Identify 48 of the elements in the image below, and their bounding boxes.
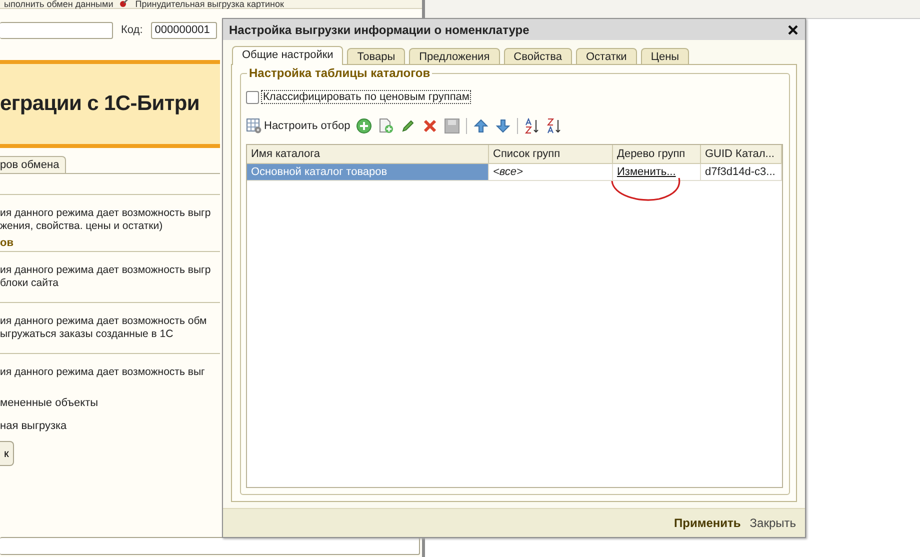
banner-title: еграции с 1С-Битри (0, 92, 200, 116)
down-arrow-icon[interactable] (495, 118, 512, 134)
button[interactable]: к (0, 441, 14, 466)
table-cell: Основной каталог товаров (247, 164, 489, 181)
footer-button[interactable]: Применить (674, 516, 741, 530)
name-field[interactable] (0, 22, 113, 38)
footer-button[interactable]: Закрыть (750, 516, 796, 530)
tab[interactable]: Предложения (409, 48, 500, 64)
column-header[interactable]: GUID Катал... (701, 145, 782, 163)
description-text: ия данного режима дает возможность выг (0, 353, 220, 391)
checkbox[interactable] (246, 90, 259, 104)
tab[interactable]: Остатки (576, 48, 637, 64)
column-header[interactable]: Список групп (489, 145, 613, 163)
tab[interactable]: Общие настройки (232, 46, 344, 65)
filter-button[interactable]: Настроить отбор (246, 118, 350, 134)
pencil-icon[interactable] (400, 118, 416, 134)
toolbar-button[interactable]: ыполнить обмен данными (4, 0, 114, 8)
add-icon[interactable] (356, 118, 372, 134)
tab[interactable]: Свойства (504, 48, 572, 64)
description-text: ия данного режима дает возможность обм ыгружаться заказы созданные в 1С (0, 302, 220, 353)
close-icon[interactable] (787, 24, 799, 36)
up-arrow-icon[interactable] (473, 118, 490, 134)
copy-icon[interactable] (378, 118, 394, 134)
table-cell: d7f3d14d-c3... (701, 164, 782, 181)
edit-link[interactable]: Изменить... (617, 166, 676, 178)
checkbox-label[interactable]: Классифицировать по ценовым группам (261, 90, 472, 104)
group-title: Настройка таблицы каталогов (247, 66, 432, 80)
text-field[interactable] (0, 537, 420, 555)
window-title: Настройка выгрузки информации о номенклатуре (229, 22, 530, 36)
description-text: ия данного режима дает возможность выгр блоки сайта (0, 251, 220, 302)
tab[interactable]: ров обмена (0, 156, 66, 173)
section-heading: ов (0, 237, 14, 251)
column-header[interactable]: Имя каталога (247, 145, 489, 163)
toolbar-button[interactable]: Принудительная выгрузка картинок (135, 0, 284, 8)
code-label: Код: (121, 24, 143, 36)
code-field[interactable]: 000000001 (150, 22, 217, 38)
table-gear-icon (246, 118, 262, 134)
option-label: мененные объекты (0, 396, 100, 411)
tab[interactable]: Цены (640, 48, 690, 64)
tab[interactable]: Товары (347, 48, 406, 64)
table-cell: <все> (489, 164, 613, 181)
sort-ascending-icon[interactable] (524, 118, 540, 134)
save-icon[interactable] (444, 118, 460, 134)
column-header[interactable]: Дерево групп (613, 145, 701, 163)
pin-icon (119, 0, 130, 8)
delete-icon[interactable] (422, 118, 438, 134)
option-label: ная выгрузка (0, 419, 68, 434)
sort-descending-icon[interactable] (546, 118, 562, 134)
